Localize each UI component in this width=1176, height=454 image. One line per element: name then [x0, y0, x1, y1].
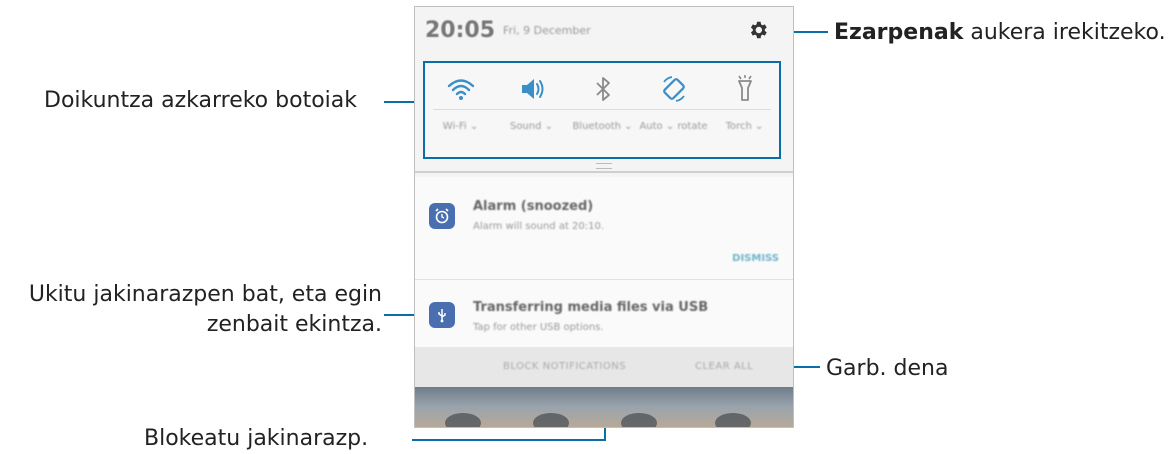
status-time: 20:05 [425, 17, 496, 43]
quick-setting-label: Torch ⌄ [725, 121, 764, 132]
status-bar: 20:05 Fri, 9 December [415, 7, 793, 53]
status-date: Fri, 9 December [503, 23, 591, 37]
quick-setting-sound[interactable]: Sound ⌄ [496, 63, 567, 157]
notification-subtitle: Alarm will sound at 20:10. [473, 221, 605, 232]
usb-notification[interactable]: Transferring media files via USB Tap for… [415, 280, 793, 347]
notification-title: Alarm (snoozed) [473, 199, 594, 214]
usb-glyph [438, 309, 446, 323]
settings-callout: Ezarpenak aukera irekitzeko. [834, 18, 1166, 47]
quick-settings-callout-line [384, 101, 414, 103]
torch-icon [738, 75, 752, 101]
quick-settings-panel: Wi-Fi ⌄ Sound ⌄ Bluetooth ⌄ Auto ⌄ rotat… [423, 61, 781, 159]
auto-rotate-icon [663, 76, 685, 102]
sound-icon [522, 79, 544, 99]
quick-settings-callout: Doikuntza azkarreko botoiak [44, 88, 357, 113]
dismiss-button[interactable]: DISMISS [732, 253, 779, 264]
block-callout: Blokeatu jakinarazp. [144, 426, 369, 451]
notification-subtitle: Tap for other USB options. [473, 322, 604, 333]
wallpaper [415, 387, 793, 427]
notification-callout-line2: zenbait ekintza. [206, 312, 382, 337]
bluetooth-icon [596, 77, 610, 101]
quick-setting-label: Wi-Fi ⌄ [442, 121, 479, 132]
quick-setting-bluetooth[interactable]: Bluetooth ⌄ [567, 63, 638, 157]
panel-handle[interactable] [596, 163, 612, 169]
alarm-notification[interactable]: Alarm (snoozed) Alarm will sound at 20:1… [415, 177, 793, 280]
quick-setting-label: Auto ⌄ rotate [639, 121, 708, 132]
block-notifications-button[interactable]: BLOCK NOTIFICATIONS [503, 361, 626, 372]
wifi-icon [447, 79, 475, 100]
clear-all-callout: Garb. dena [826, 356, 949, 381]
panel-divider [415, 171, 793, 173]
quick-setting-auto-rotate[interactable]: Auto ⌄ rotate [638, 63, 709, 157]
settings-callout-text: aukera irekitzeko. [963, 20, 1166, 45]
home-icon [715, 413, 751, 427]
quick-setting-wifi[interactable]: Wi-Fi ⌄ [425, 63, 496, 157]
notification-panel: 20:05 Fri, 9 December Wi-Fi ⌄ Sound ⌄ Bl… [414, 6, 794, 428]
quick-setting-label: Bluetooth ⌄ [572, 121, 633, 132]
panel-actions-bar: BLOCK NOTIFICATIONS CLEAR ALL [415, 347, 793, 387]
usb-icon [429, 302, 455, 328]
notification-callout-line1: Ukitu jakinarazpen bat, eta egin [28, 282, 382, 307]
alarm-icon [429, 203, 455, 229]
quick-setting-label: Sound ⌄ [509, 121, 554, 132]
clear-all-button[interactable]: CLEAR ALL [695, 361, 753, 372]
settings-callout-bold: Ezarpenak [834, 20, 964, 45]
gear-icon[interactable] [747, 19, 769, 41]
notification-title: Transferring media files via USB [473, 300, 709, 315]
home-icon [533, 413, 569, 427]
home-icon [621, 413, 657, 427]
block-callout-line-h [412, 439, 606, 441]
alarm-clock-glyph [435, 208, 449, 224]
quick-setting-torch[interactable]: Torch ⌄ [709, 63, 780, 157]
home-icon [445, 413, 481, 427]
